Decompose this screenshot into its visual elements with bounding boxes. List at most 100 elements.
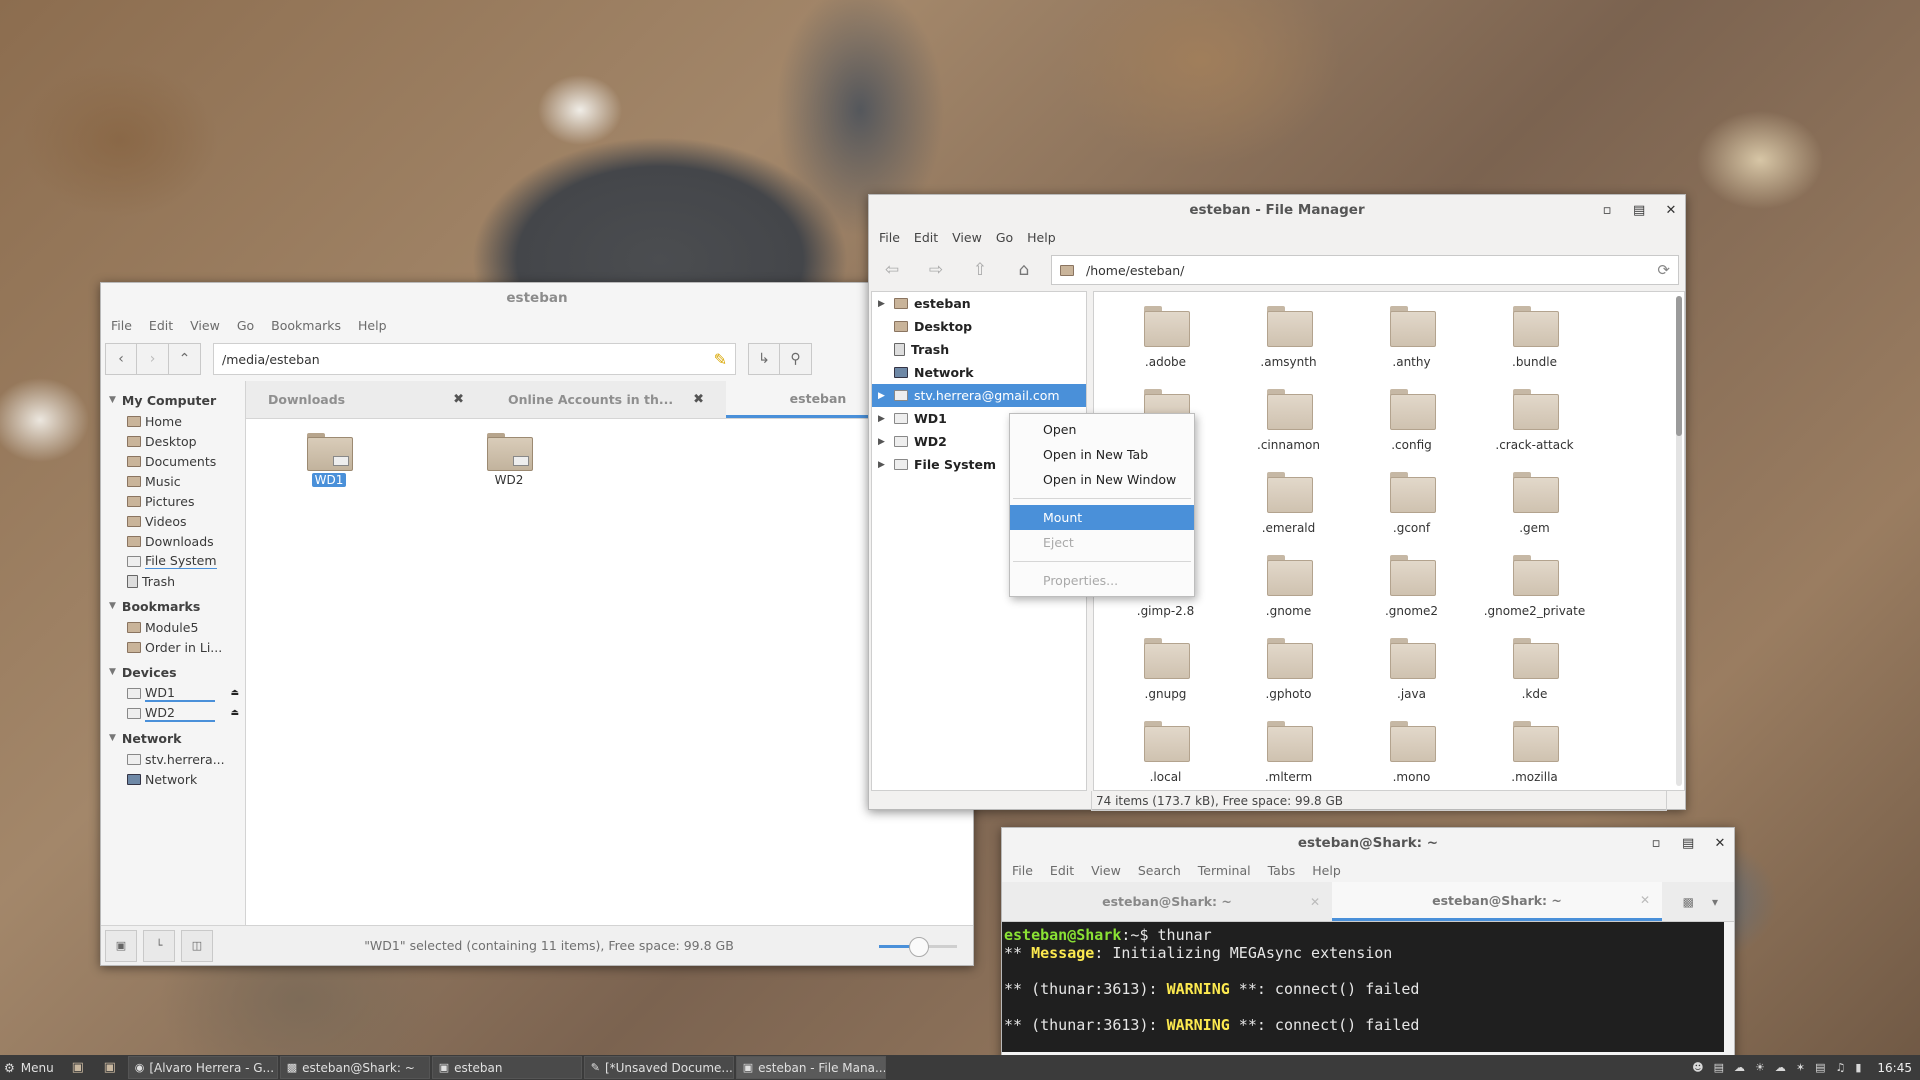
file-item[interactable]: .amsynth: [1227, 302, 1350, 385]
nemo-titlebar[interactable]: esteban: [101, 283, 973, 313]
home-button[interactable]: ⌂: [1007, 255, 1041, 285]
menu-go[interactable]: Go: [237, 318, 254, 333]
menu-edit[interactable]: Edit: [1050, 863, 1074, 878]
menu-view[interactable]: View: [190, 318, 220, 333]
file-item[interactable]: .gconf: [1350, 468, 1473, 551]
network-tray-icon[interactable]: ☁: [1734, 1061, 1745, 1074]
new-tab-icon[interactable]: ▩: [1683, 895, 1694, 909]
up-button[interactable]: ⌃: [169, 343, 201, 375]
reload-icon[interactable]: ⟳: [1657, 261, 1670, 279]
file-item-wd1[interactable]: WD1: [289, 431, 369, 487]
menu-file[interactable]: File: [879, 230, 900, 245]
sidebar-item-home[interactable]: Home: [101, 411, 245, 431]
expander-icon[interactable]: ▶: [878, 299, 888, 309]
sidebar-section-network[interactable]: ▼ Network: [101, 727, 245, 749]
menu-item-open-new-window[interactable]: Open in New Window: [1010, 467, 1194, 492]
menu-view[interactable]: View: [952, 230, 982, 245]
tree-item-desktop[interactable]: Desktop: [872, 315, 1086, 338]
file-item[interactable]: .cinnamon: [1227, 385, 1350, 468]
zoom-slider[interactable]: [879, 937, 957, 957]
expander-icon[interactable]: ▶: [878, 414, 888, 424]
close-icon[interactable]: ✖: [453, 392, 464, 407]
file-item[interactable]: .anthy: [1350, 302, 1473, 385]
menu-edit[interactable]: Edit: [149, 318, 173, 333]
close-icon[interactable]: ✕: [1640, 893, 1650, 907]
file-item[interactable]: .gphoto: [1227, 634, 1350, 717]
taskbar-window-browser[interactable]: ◉ [Alvaro Herrera - G...: [127, 1056, 278, 1079]
terminal-tab-1[interactable]: esteban@Shark: ~ ✕: [1002, 882, 1332, 921]
tree-item-online-account[interactable]: ▶ stv.herrera@gmail.com: [872, 384, 1086, 407]
expander-icon[interactable]: ▶: [878, 391, 888, 401]
terminal-titlebar[interactable]: esteban@Shark: ~ ▫ ▤ ✕: [1002, 828, 1734, 858]
file-item[interactable]: .mono: [1350, 717, 1473, 790]
sidebar-section-bookmarks[interactable]: ▼ Bookmarks: [101, 595, 245, 617]
maximize-icon[interactable]: ▤: [1633, 203, 1645, 218]
show-places-button[interactable]: ▣: [105, 929, 137, 962]
tree-item-trash[interactable]: Trash: [872, 338, 1086, 361]
menu-item-mount[interactable]: Mount: [1010, 505, 1194, 530]
menu-edit[interactable]: Edit: [914, 230, 938, 245]
start-menu-button[interactable]: ⚙ Menu: [0, 1061, 62, 1075]
tab-downloads[interactable]: Downloads ✖: [246, 381, 486, 418]
file-item-wd2[interactable]: WD2: [469, 431, 549, 487]
sidebar-item-network[interactable]: Network: [101, 769, 245, 789]
sidebar-section-devices[interactable]: ▼ Devices: [101, 661, 245, 683]
file-item[interactable]: .bundle: [1473, 302, 1596, 385]
close-icon[interactable]: ✖: [693, 392, 704, 407]
forward-button[interactable]: ›: [137, 343, 169, 375]
menu-view[interactable]: View: [1091, 863, 1121, 878]
sidebar-item-videos[interactable]: Videos: [101, 511, 245, 531]
file-item[interactable]: .gnome: [1227, 551, 1350, 634]
thunar-titlebar[interactable]: esteban - File Manager ▫ ▤ ✕: [869, 195, 1685, 225]
menu-terminal[interactable]: Terminal: [1198, 863, 1251, 878]
file-item[interactable]: .crack-attack: [1473, 385, 1596, 468]
sidebar-item-module5[interactable]: Module5: [101, 617, 245, 637]
sidebar-item-desktop[interactable]: Desktop: [101, 431, 245, 451]
close-icon[interactable]: ✕: [1714, 836, 1726, 851]
chevron-down-icon[interactable]: ▾: [1712, 895, 1718, 909]
clear-icon[interactable]: ✎: [714, 350, 727, 369]
tab-online-accounts[interactable]: Online Accounts in th... ✖: [486, 381, 726, 418]
close-icon[interactable]: ✕: [1665, 203, 1677, 218]
minimize-icon[interactable]: ▫: [1601, 203, 1613, 218]
sidebar-item-music[interactable]: Music: [101, 471, 245, 491]
sidebar-item-order[interactable]: Order in Li...: [101, 637, 245, 657]
battery-icon[interactable]: ▮: [1855, 1061, 1861, 1074]
menu-search[interactable]: Search: [1138, 863, 1181, 878]
location-bar[interactable]: /media/esteban ✎: [213, 343, 736, 375]
user-icon[interactable]: ☻: [1692, 1061, 1703, 1074]
back-button[interactable]: ⇦: [875, 255, 909, 285]
minimize-icon[interactable]: ▫: [1650, 836, 1662, 851]
update-icon[interactable]: ▤: [1714, 1061, 1724, 1074]
terminal-tab-2[interactable]: esteban@Shark: ~ ✕: [1332, 882, 1662, 921]
up-button[interactable]: ⇧: [963, 255, 997, 285]
menu-go[interactable]: Go: [996, 230, 1013, 245]
file-item[interactable]: .config: [1350, 385, 1473, 468]
eject-icon[interactable]: ⏏: [230, 708, 239, 718]
menu-bookmarks[interactable]: Bookmarks: [271, 318, 341, 333]
tree-item-esteban[interactable]: ▶ esteban: [872, 292, 1086, 315]
menu-help[interactable]: Help: [1027, 230, 1056, 245]
volume-icon[interactable]: ♫: [1835, 1061, 1845, 1074]
sidebar-item-trash[interactable]: Trash: [101, 571, 245, 591]
taskbar-window-thunar[interactable]: ▣ esteban - File Mana...: [735, 1056, 886, 1079]
bluetooth-icon[interactable]: ✶: [1796, 1061, 1805, 1074]
search-button[interactable]: ⚲: [780, 343, 812, 375]
menu-help[interactable]: Help: [358, 318, 387, 333]
file-item[interactable]: .emerald: [1227, 468, 1350, 551]
eject-icon[interactable]: ⏏: [230, 688, 239, 698]
sidebar-item-file-system[interactable]: File System: [101, 551, 245, 571]
file-item[interactable]: .adobe: [1104, 302, 1227, 385]
menu-help[interactable]: Help: [1312, 863, 1341, 878]
tree-item-network[interactable]: Network: [872, 361, 1086, 384]
taskbar-window-nemo[interactable]: ▣ esteban: [431, 1056, 582, 1079]
file-item[interactable]: .gnupg: [1104, 634, 1227, 717]
sidebar-item-online-account[interactable]: stv.herrera...: [101, 749, 245, 769]
menu-item-open-new-tab[interactable]: Open in New Tab: [1010, 442, 1194, 467]
sidebar-item-downloads[interactable]: Downloads: [101, 531, 245, 551]
cloud-icon[interactable]: ☁: [1775, 1061, 1786, 1074]
file-item[interactable]: .mlterm: [1227, 717, 1350, 790]
file-item[interactable]: .java: [1350, 634, 1473, 717]
nemo-file-view[interactable]: WD1 WD2: [246, 419, 973, 937]
menu-file[interactable]: File: [111, 318, 132, 333]
